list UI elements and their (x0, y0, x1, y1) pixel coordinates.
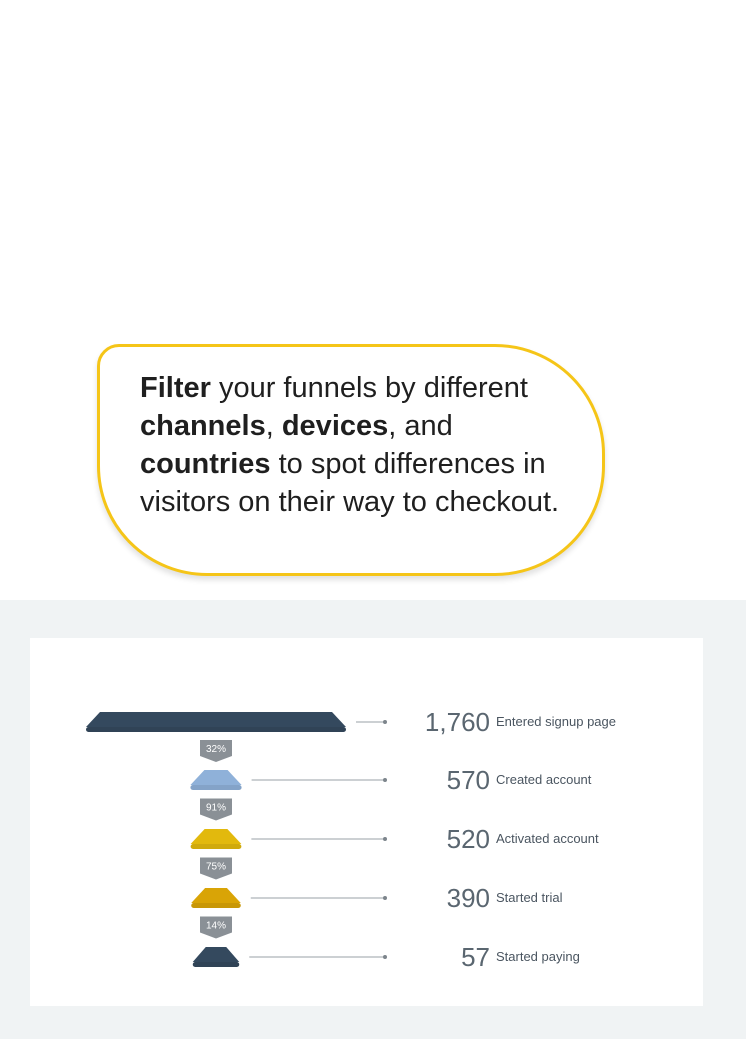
funnel-bar (191, 888, 241, 903)
conversion-badge: 75% (200, 857, 232, 880)
callout-text: Filter your funnels by different channel… (140, 369, 560, 521)
stage-label: Started trial (496, 890, 563, 905)
conversion-badge: 14% (200, 916, 232, 939)
conversion-badge: 91% (200, 798, 232, 821)
funnel-stage-5 (192, 947, 387, 967)
callout-keyword: countries (140, 448, 271, 480)
funnel-stage-1 (86, 712, 387, 732)
funnel-bar (190, 770, 242, 785)
conversion-label: 14% (206, 921, 226, 932)
stage-value: 520 (446, 824, 490, 854)
funnel-stage-4 (191, 888, 387, 908)
callout-keyword: channels (140, 410, 266, 442)
funnel-bar-base (86, 727, 346, 732)
funnel-bar (190, 829, 242, 844)
funnel-card: 32% 91% 75% 14% 1,760 Entered signup page 570… (30, 638, 703, 1006)
callout-phrase: , (265, 410, 282, 442)
funnel-stage-3 (190, 829, 387, 849)
stage-value: 1,760 (424, 707, 490, 737)
funnel-bar-base (191, 903, 241, 908)
callout-box: Filter your funnels by different channel… (97, 344, 605, 576)
funnel-panel: 32% 91% 75% 14% 1,760 Entered signup page 570… (0, 600, 746, 1039)
funnel-stage-2 (190, 770, 387, 790)
conversion-label: 32% (206, 744, 226, 755)
stage-value: 390 (446, 883, 490, 913)
conversion-label: 75% (206, 862, 226, 873)
funnel-bar-base (190, 785, 242, 790)
stage-label: Activated account (496, 831, 599, 846)
funnel-bar-base (192, 962, 240, 967)
callout-keyword: devices (281, 410, 389, 442)
conversion-label: 91% (206, 803, 226, 814)
callout-phrase: , and (388, 410, 453, 442)
conversion-badge: 32% (200, 740, 232, 762)
callout-phrase: your funnels by different (210, 372, 528, 404)
stage-value: 570 (446, 765, 490, 795)
stage-value: 57 (461, 942, 490, 972)
funnel-bar (192, 947, 240, 962)
stage-label: Entered signup page (496, 714, 616, 729)
stage-label: Created account (496, 772, 592, 787)
funnel-bar (86, 712, 346, 727)
stage-label: Started paying (496, 949, 580, 964)
funnel-bar-base (190, 844, 242, 849)
callout-keyword: Filter (140, 372, 211, 404)
